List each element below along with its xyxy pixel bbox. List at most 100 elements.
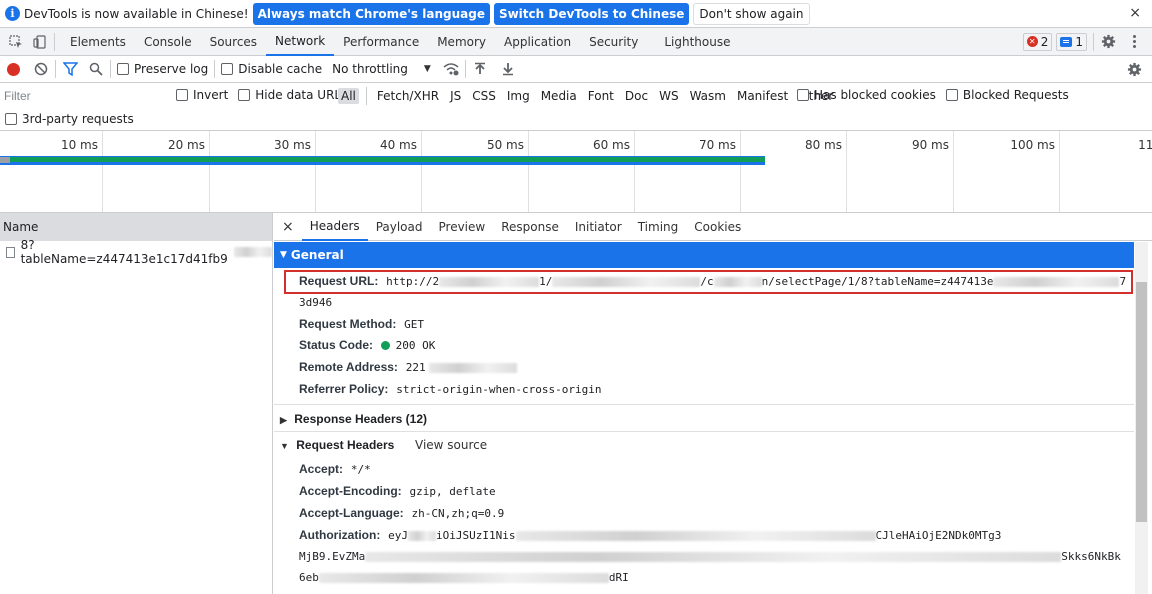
tab-response[interactable]: Response <box>493 213 567 241</box>
dont-show-again-button[interactable]: Don't show again <box>693 2 810 25</box>
tab-cookies[interactable]: Cookies <box>686 213 749 241</box>
switch-to-chinese-button[interactable]: Switch DevTools to Chinese <box>493 2 690 25</box>
tab-application[interactable]: Application <box>495 28 580 56</box>
tab-payload[interactable]: Payload <box>368 213 431 241</box>
settings-gear-icon[interactable] <box>1100 34 1116 50</box>
timeline-tick-label: 50 ms <box>486 138 524 152</box>
tab-initiator[interactable]: Initiator <box>567 213 630 241</box>
tab-memory[interactable]: Memory <box>428 28 495 56</box>
tab-lighthouse[interactable]: Lighthouse <box>655 28 739 56</box>
accept-row: Accept: */* <box>299 462 371 476</box>
blocked-cookies-checkbox[interactable]: Has blocked cookies <box>797 88 936 102</box>
export-har-icon[interactable] <box>500 61 516 77</box>
filter-type-wasm[interactable]: Wasm <box>687 88 729 104</box>
redacted-text <box>515 530 876 541</box>
throttling-select[interactable]: No throttling ▼ <box>332 62 431 76</box>
network-settings-gear-icon[interactable] <box>1126 61 1142 77</box>
timeline-gridline <box>953 131 954 212</box>
request-headers-section[interactable]: ▼ Request Headers <box>280 438 394 452</box>
filter-divider <box>365 87 367 105</box>
more-options-icon[interactable] <box>1126 34 1142 50</box>
inspect-element-icon[interactable] <box>8 34 24 50</box>
throttling-value: No throttling <box>332 62 408 76</box>
import-har-icon[interactable] <box>472 61 488 77</box>
hide-data-urls-label: Hide data URLs <box>255 88 348 102</box>
hide-data-urls-checkbox[interactable]: Hide data URLs <box>238 88 347 102</box>
filter-input[interactable] <box>2 86 163 106</box>
message-count: 1 <box>1075 34 1083 49</box>
invert-check[interactable] <box>176 89 188 101</box>
hide-data-urls-check[interactable] <box>238 89 251 101</box>
filter-type-font[interactable]: Font <box>585 88 617 104</box>
request-url-value[interactable]: http://2 1/ /c n/selectPage/1/8?tableName=z… <box>386 275 1126 288</box>
accept-label: Accept: <box>299 462 344 476</box>
message-count-badge[interactable]: 1 <box>1056 32 1087 51</box>
record-icon[interactable] <box>5 61 21 77</box>
tab-elements[interactable]: Elements <box>61 28 135 56</box>
close-details-icon[interactable]: × <box>282 219 294 235</box>
clear-icon[interactable] <box>33 61 49 77</box>
invert-checkbox[interactable]: Invert <box>176 88 228 102</box>
redacted-text <box>318 572 609 583</box>
url-part: 7 <box>1119 275 1127 288</box>
url-part: /c <box>700 275 714 288</box>
general-section-header[interactable]: ▼ General <box>274 242 1134 268</box>
filter-type-fetch-xhr[interactable]: Fetch/XHR <box>374 88 442 104</box>
blocked-requests-checkbox[interactable]: Blocked Requests <box>945 88 1069 102</box>
response-headers-section[interactable]: ▶ Response Headers (12) <box>280 412 427 426</box>
tab-security[interactable]: Security <box>580 28 647 56</box>
filter-type-doc[interactable]: Doc <box>622 88 651 104</box>
preserve-log-check[interactable] <box>117 63 129 75</box>
timeline-gridline <box>1059 131 1060 212</box>
device-toolbar-icon[interactable] <box>32 34 48 50</box>
filter-type-media[interactable]: Media <box>538 88 580 104</box>
close-infobar-icon[interactable]: × <box>1129 5 1141 21</box>
preserve-log-checkbox[interactable]: Preserve log <box>117 62 208 76</box>
search-icon[interactable] <box>88 61 104 77</box>
view-source-link[interactable]: View source <box>415 438 487 452</box>
network-conditions-icon[interactable] <box>443 61 459 77</box>
request-details: × Headers Payload Preview Response Initi… <box>274 213 1152 594</box>
error-count-badge[interactable]: ✕ 2 <box>1022 32 1053 51</box>
authorization-row: Authorization: eyJ iOiJSUzI1Nis CJleHAiOjE… <box>299 528 1001 542</box>
message-icon <box>1060 36 1073 47</box>
filter-type-all[interactable]: All <box>338 88 359 104</box>
timeline-tick-label: 90 ms <box>911 138 949 152</box>
disable-cache-label: Disable cache <box>238 62 323 76</box>
blocked-cookies-check[interactable] <box>797 89 809 101</box>
request-row[interactable]: 8?tableName=z447413e1c17d41fb9 <box>0 238 272 266</box>
preserve-log-label: Preserve log <box>134 62 209 76</box>
dropdown-arrow-icon: ▼ <box>423 64 431 74</box>
details-scrollbar[interactable] <box>1135 242 1148 594</box>
timeline-overview[interactable]: 10 ms 20 ms 30 ms 40 ms 50 ms 60 ms 70 ms 80 ms… <box>0 131 1152 213</box>
filter-type-img[interactable]: Img <box>504 88 533 104</box>
tab-sources[interactable]: Sources <box>201 28 266 56</box>
third-party-checkbox[interactable]: 3rd-party requests <box>5 112 134 126</box>
filter-type-js[interactable]: JS <box>447 88 464 104</box>
filter-type-ws[interactable]: WS <box>656 88 681 104</box>
disable-cache-checkbox[interactable]: Disable cache <box>221 62 322 76</box>
third-party-check[interactable] <box>5 113 17 125</box>
tab-preview[interactable]: Preview <box>431 213 494 241</box>
accept-encoding-value: gzip, deflate <box>409 485 496 498</box>
tab-performance[interactable]: Performance <box>334 28 428 56</box>
filter-type-css[interactable]: CSS <box>469 88 499 104</box>
toolbar-divider <box>464 60 466 78</box>
tab-console[interactable]: Console <box>135 28 201 56</box>
redacted-text <box>408 530 437 541</box>
redacted-text <box>429 362 518 373</box>
disable-cache-check[interactable] <box>221 63 234 75</box>
section-divider <box>274 404 1134 405</box>
blocked-requests-check[interactable] <box>945 89 958 101</box>
authorization-continuation: 6eb dRI <box>299 570 629 584</box>
filter-type-manifest[interactable]: Manifest <box>734 88 791 104</box>
always-match-language-button[interactable]: Always match Chrome's language <box>252 2 490 25</box>
third-party-label: 3rd-party requests <box>22 112 134 126</box>
tab-network[interactable]: Network <box>266 28 335 56</box>
tab-headers[interactable]: Headers <box>301 213 368 241</box>
blocked-cookies-label: Has blocked cookies <box>814 88 936 102</box>
tab-timing[interactable]: Timing <box>630 213 687 241</box>
scrollbar-thumb[interactable] <box>1136 282 1147 522</box>
filter-icon[interactable] <box>62 61 78 77</box>
name-column-header[interactable]: Name <box>0 213 272 241</box>
